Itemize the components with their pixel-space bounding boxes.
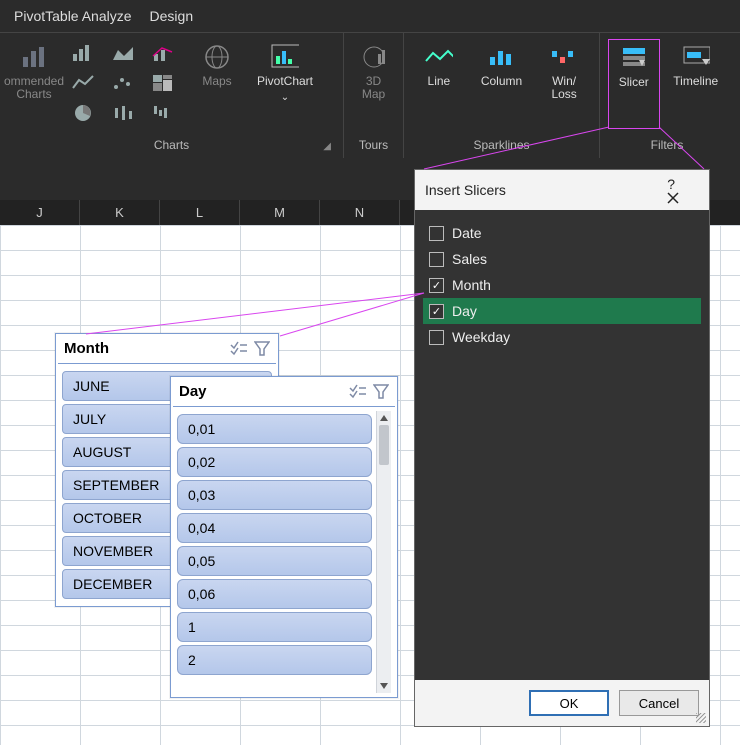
slicer-day-title: Day — [179, 383, 207, 400]
recommended-charts-button[interactable]: ommended Charts — [8, 39, 60, 129]
3d-map-label: 3D Map — [362, 75, 385, 101]
timeline-label: Timeline — [673, 75, 718, 88]
timeline-icon — [682, 43, 710, 71]
3d-map-icon — [360, 43, 388, 71]
chart-scatter-button[interactable] — [106, 69, 140, 97]
3d-map-button[interactable]: 3D Map — [352, 39, 395, 129]
chart-hierarchy-button[interactable] — [146, 69, 180, 97]
checkbox-icon — [429, 330, 444, 345]
col-m[interactable]: M — [240, 200, 320, 225]
slicer-label: Slicer — [619, 76, 649, 89]
dialog-titlebar: Insert Slicers ? — [415, 170, 709, 210]
multiselect-icon[interactable] — [349, 384, 367, 400]
field-label: Month — [452, 277, 491, 293]
field-label: Date — [452, 225, 482, 241]
checkbox-icon — [429, 226, 444, 241]
resize-handle-icon[interactable] — [696, 713, 706, 723]
sparkline-line-label: Line — [428, 75, 451, 88]
scrollbar[interactable] — [376, 411, 391, 693]
slicer-day-item[interactable]: 0,01 — [177, 414, 372, 444]
group-filters-label: Filters — [608, 134, 726, 158]
slicer-day-item[interactable]: 0,04 — [177, 513, 372, 543]
charts-launcher-icon[interactable]: ◢ — [323, 141, 331, 152]
recommended-charts-icon — [20, 43, 48, 71]
maps-label: Maps — [202, 75, 231, 88]
slicer-day-item[interactable]: 0,03 — [177, 480, 372, 510]
scrollbar-thumb[interactable] — [379, 425, 389, 465]
group-tours-label: Tours — [352, 134, 395, 158]
field-month[interactable]: ✓ Month — [423, 272, 701, 298]
chart-pie-button[interactable] — [66, 99, 100, 127]
pivotchart-label: PivotChart — [257, 75, 313, 88]
chart-waterfall-button[interactable] — [146, 99, 180, 127]
sparkline-line-icon — [425, 43, 453, 71]
maps-button[interactable]: Maps — [186, 39, 248, 129]
chart-stock-button[interactable] — [106, 99, 140, 127]
globe-icon — [203, 43, 231, 71]
slicer-day-item[interactable]: 2 — [177, 645, 372, 675]
sparkline-winloss-icon — [550, 43, 578, 71]
slicer-month-title: Month — [64, 340, 109, 357]
clear-filter-icon[interactable] — [254, 341, 270, 357]
field-label: Weekday — [452, 329, 510, 345]
field-date[interactable]: Date — [423, 220, 701, 246]
sparkline-winloss-label: Win/ Loss — [551, 75, 576, 101]
recommended-charts-label: ommended Charts — [4, 75, 64, 101]
tab-design[interactable]: Design — [150, 8, 194, 24]
sparkline-column-button[interactable]: Column — [472, 39, 532, 129]
sparkline-column-icon — [488, 43, 516, 71]
group-charts-label: Charts◢ — [8, 134, 335, 158]
ribbon-tabs: PivotTable Analyze Design — [0, 0, 740, 33]
chart-area-button[interactable] — [106, 39, 140, 67]
group-charts: ommended Charts — [0, 33, 344, 158]
checkbox-checked-icon: ✓ — [429, 278, 444, 293]
col-j[interactable]: J — [0, 200, 80, 225]
checkbox-icon — [429, 252, 444, 267]
sparkline-line-button[interactable]: Line — [412, 39, 466, 129]
group-filters: Slicer Timeline Filters — [600, 33, 734, 158]
checkbox-checked-icon: ✓ — [429, 304, 444, 319]
field-weekday[interactable]: Weekday — [423, 324, 701, 350]
field-sales[interactable]: Sales — [423, 246, 701, 272]
pivotchart-button[interactable]: PivotChart ⌄ — [254, 39, 316, 129]
sparkline-winloss-button[interactable]: Win/ Loss — [537, 39, 591, 129]
dialog-buttons: OK Cancel — [415, 680, 709, 726]
tab-pivottable-analyze[interactable]: PivotTable Analyze — [14, 8, 132, 24]
timeline-button[interactable]: Timeline — [666, 39, 727, 129]
pivotchart-icon — [271, 43, 299, 71]
help-icon[interactable]: ? — [667, 176, 675, 192]
sparkline-column-label: Column — [481, 75, 522, 88]
multiselect-icon[interactable] — [230, 341, 248, 357]
field-label: Day — [452, 303, 477, 319]
slicer-button[interactable]: Slicer — [608, 39, 660, 129]
slicer-day-item[interactable]: 0,02 — [177, 447, 372, 477]
dialog-title: Insert Slicers — [425, 182, 506, 198]
group-sparklines: Line Column Win/ Loss Sparklines — [404, 33, 600, 158]
clear-filter-icon[interactable] — [373, 384, 389, 400]
insert-slicers-dialog: Insert Slicers ? Date Sales ✓ Month ✓ Day … — [414, 169, 710, 727]
cancel-button[interactable]: Cancel — [619, 690, 699, 716]
close-icon[interactable] — [667, 192, 699, 204]
field-label: Sales — [452, 251, 487, 267]
group-tours: 3D Map Tours — [344, 33, 404, 158]
slicer-day-item[interactable]: 0,05 — [177, 546, 372, 576]
chart-line-button[interactable] — [66, 69, 100, 97]
slicer-icon — [620, 44, 648, 72]
chevron-down-icon: ⌄ — [281, 92, 289, 103]
col-n[interactable]: N — [320, 200, 400, 225]
slicer-day-item[interactable]: 1 — [177, 612, 372, 642]
col-k[interactable]: K — [80, 200, 160, 225]
ok-button[interactable]: OK — [529, 690, 609, 716]
group-sparklines-label: Sparklines — [412, 134, 591, 158]
col-l[interactable]: L — [160, 200, 240, 225]
slicer-day[interactable]: Day 0,01 0,02 0,03 0,04 0,05 0,06 1 2 — [170, 376, 398, 698]
slicer-day-item[interactable]: 0,06 — [177, 579, 372, 609]
chart-bar-button[interactable] — [66, 39, 100, 67]
chart-combo-button[interactable] — [146, 39, 180, 67]
dialog-body: Date Sales ✓ Month ✓ Day Weekday — [415, 210, 709, 680]
field-day[interactable]: ✓ Day — [423, 298, 701, 324]
